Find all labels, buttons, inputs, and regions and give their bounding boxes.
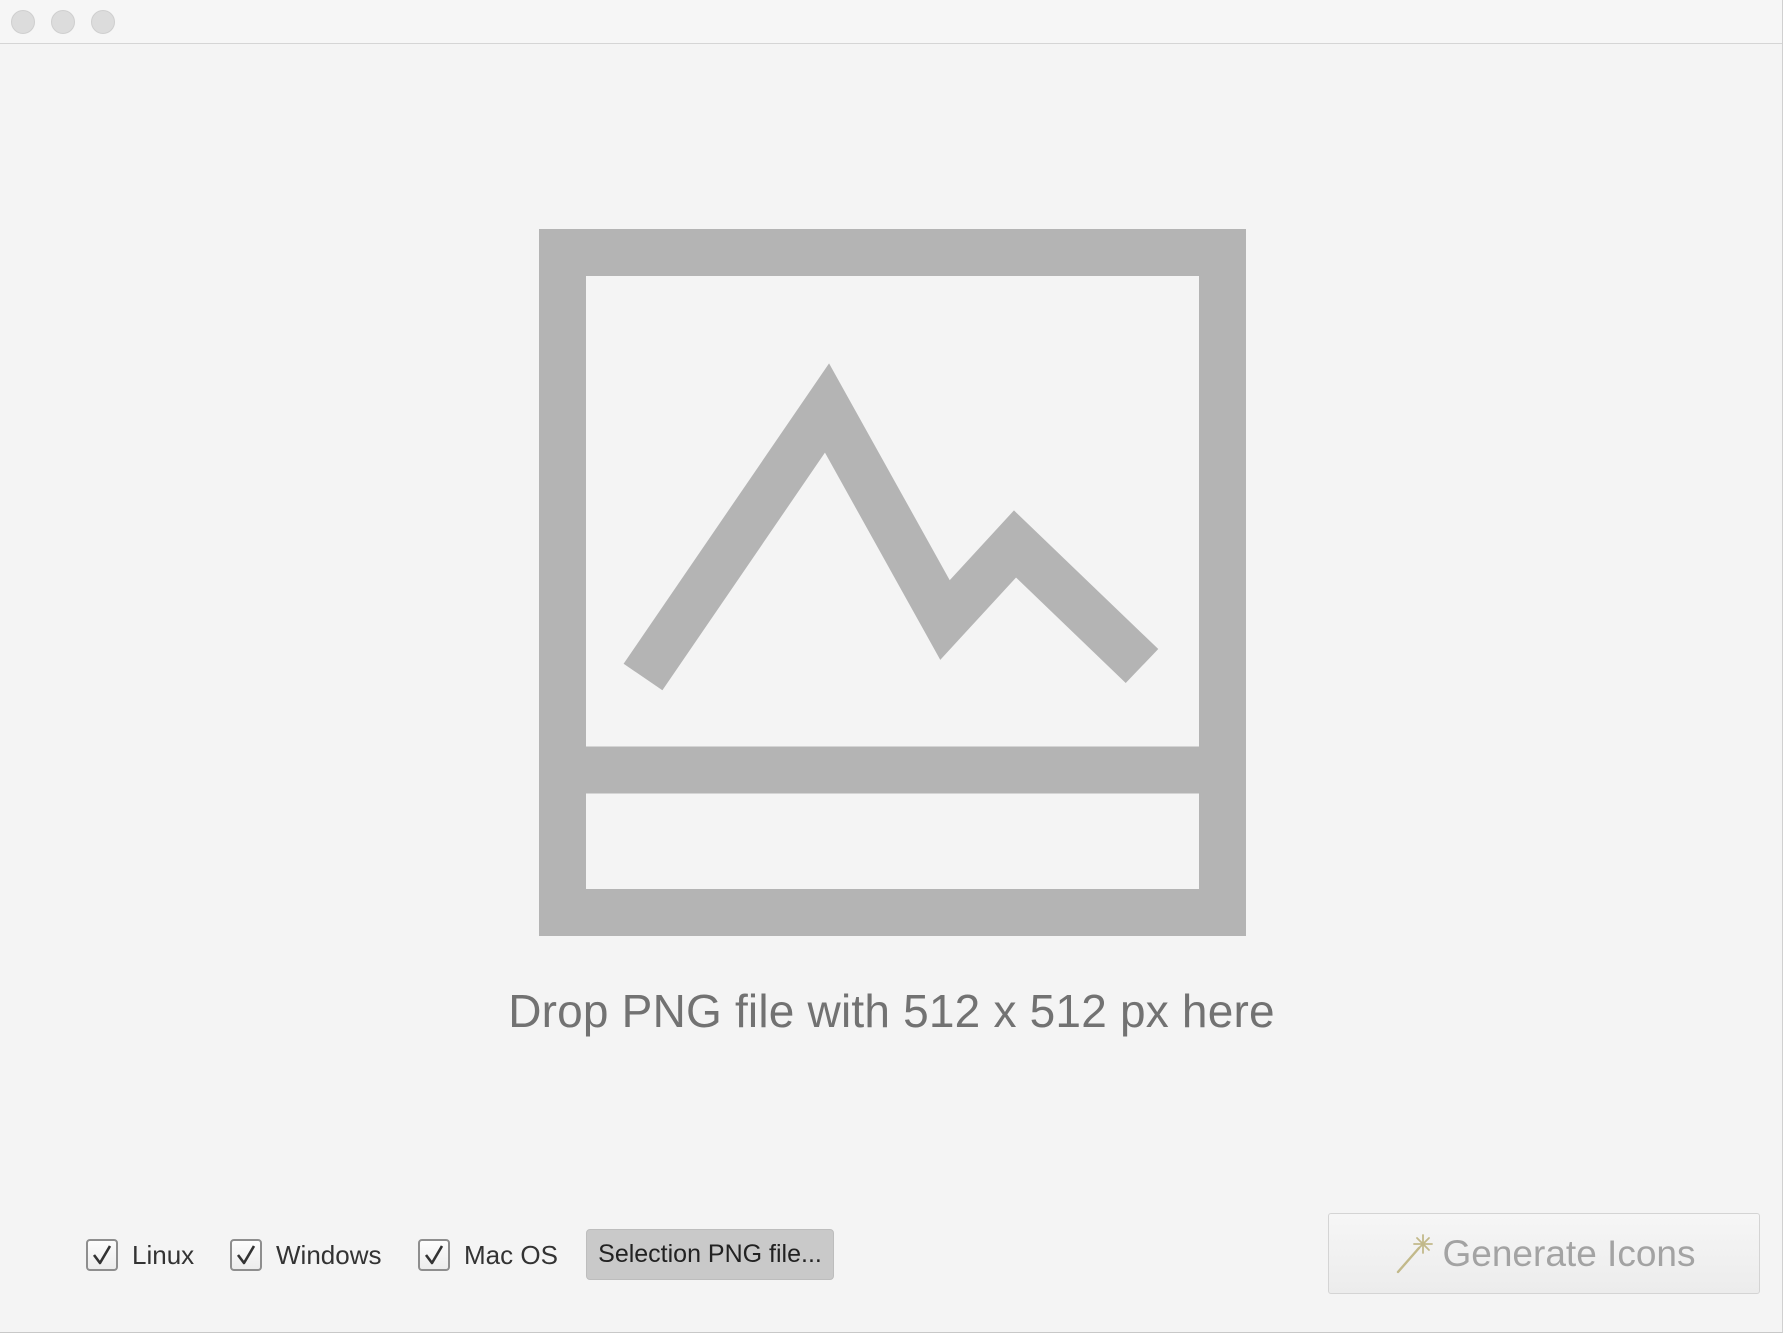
checkmark-icon: [92, 1245, 112, 1265]
generate-icons-button[interactable]: Generate Icons: [1328, 1213, 1760, 1294]
png-drop-zone[interactable]: Drop PNG file with 512 x 512 px here: [0, 44, 1782, 1184]
image-placeholder-icon: [539, 229, 1246, 936]
drop-instruction-text: Drop PNG file with 512 x 512 px here: [508, 985, 1275, 1037]
generate-icons-label: Generate Icons: [1442, 1232, 1696, 1274]
platform-option-windows[interactable]: Windows: [230, 1235, 381, 1275]
close-window-button[interactable]: [11, 10, 35, 34]
title-bar: [0, 0, 1782, 44]
bottom-toolbar: Linux Windows Mac OS Selection PNG file.…: [0, 1200, 1782, 1310]
platform-option-macos[interactable]: Mac OS: [418, 1235, 558, 1275]
minimize-window-button[interactable]: [51, 10, 75, 34]
select-png-file-button[interactable]: Selection PNG file...: [586, 1229, 834, 1280]
platform-option-linux[interactable]: Linux: [86, 1235, 194, 1275]
macos-label: Mac OS: [464, 1239, 558, 1270]
app-window: Drop PNG file with 512 x 512 px here Lin…: [0, 0, 1783, 1333]
checkmark-icon: [236, 1245, 256, 1265]
zoom-window-button[interactable]: [91, 10, 115, 34]
checkmark-icon: [424, 1245, 444, 1265]
windows-checkbox[interactable]: [230, 1239, 262, 1271]
linux-label: Linux: [132, 1239, 195, 1270]
linux-checkbox[interactable]: [86, 1239, 118, 1271]
magic-wand-icon: [1396, 1233, 1433, 1273]
macos-checkbox[interactable]: [418, 1239, 450, 1271]
windows-label: Windows: [276, 1239, 382, 1270]
